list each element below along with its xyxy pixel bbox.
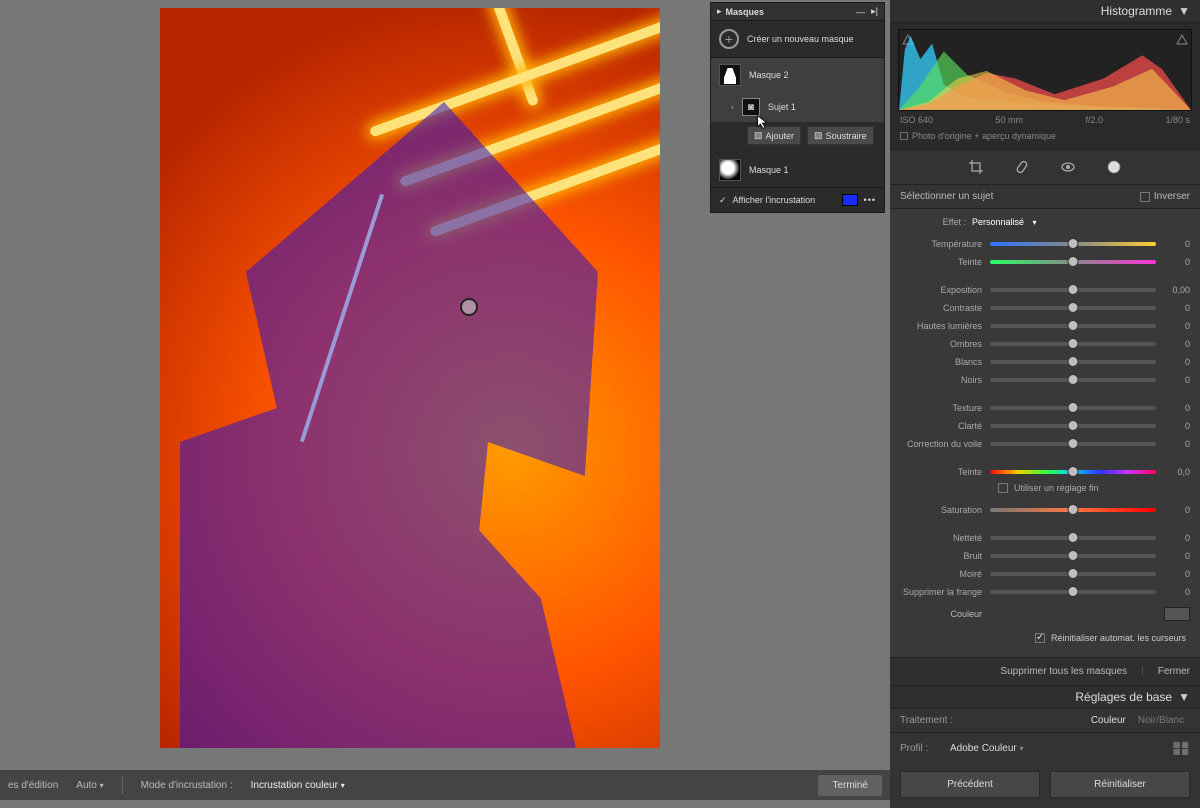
collapse-icon[interactable]: — <box>856 7 865 17</box>
slider-temperature[interactable]: Température0 <box>900 235 1190 253</box>
masking-tool-icon[interactable] <box>1105 158 1123 176</box>
right-panel: Histogramme▼ ISO 640 50 mm f/2.0 1/80 s … <box>890 0 1200 800</box>
delete-all-masks-button[interactable]: Supprimer tous les masques <box>1000 666 1127 677</box>
mask-thumb-icon <box>719 159 741 181</box>
auto-reset-checkbox[interactable] <box>1035 633 1045 643</box>
slider-shadows[interactable]: Ombres0 <box>900 335 1190 353</box>
slider-whites[interactable]: Blancs0 <box>900 353 1190 371</box>
treatment-label: Traitement : <box>900 715 1085 726</box>
overlay-mode-label: Mode d'incrustation : <box>141 780 233 791</box>
local-tools-row <box>890 149 1200 185</box>
close-masks-button[interactable]: Fermer <box>1158 666 1190 677</box>
previous-button[interactable]: Précédent <box>900 771 1040 798</box>
close-icon[interactable]: ▸| <box>871 6 878 17</box>
slider-blacks[interactable]: Noirs0 <box>900 371 1190 389</box>
bottom-bar: es d'édition Auto ▾ Mode d'incrustation … <box>0 770 890 800</box>
profile-label: Profil : <box>900 743 950 754</box>
heal-tool-icon[interactable] <box>1013 158 1031 176</box>
effect-label: Effet : <box>900 217 972 227</box>
color-swatch[interactable] <box>1164 607 1190 621</box>
preview-note: Photo d'origine + aperçu dynamique <box>912 131 1056 141</box>
slider-texture[interactable]: Texture0 <box>900 399 1190 417</box>
overlay-mode-value[interactable]: Incrustation couleur ▾ <box>251 780 345 791</box>
fine-adjust-label: Utiliser un réglage fin <box>1014 483 1099 493</box>
overlay-options-icon[interactable]: ••• <box>864 195 876 205</box>
exif-row: ISO 640 50 mm f/2.0 1/80 s <box>898 111 1192 129</box>
plus-icon: + <box>719 29 739 49</box>
preview-indicator-icon <box>900 132 908 140</box>
histogram-header[interactable]: Histogramme▼ <box>890 0 1200 23</box>
mask-thumb-icon <box>719 64 741 86</box>
add-icon: ▧ <box>754 130 763 141</box>
slider-highlights[interactable]: Hautes lumières0 <box>900 317 1190 335</box>
masks-panel: ▸ Masques — ▸| + Créer un nouveau masque… <box>710 2 885 213</box>
overlay-color-swatch[interactable] <box>842 194 858 206</box>
mask-type-label[interactable]: Sélectionner un sujet <box>900 191 1140 202</box>
mask-component-subject1[interactable]: ▪ ◙ Sujet 1 <box>711 92 884 122</box>
invert-label[interactable]: Inverser <box>1154 191 1190 202</box>
slider-moire[interactable]: Moiré0 <box>900 565 1190 583</box>
crop-tool-icon[interactable] <box>967 158 985 176</box>
edit-states-label[interactable]: es d'édition <box>8 780 58 791</box>
histogram[interactable] <box>898 29 1192 111</box>
slider-saturation[interactable]: Saturation0 <box>900 501 1190 519</box>
redeye-tool-icon[interactable] <box>1059 158 1077 176</box>
subtract-icon: ▧ <box>814 130 823 141</box>
mask-item-mask1[interactable]: Masque 1 <box>711 153 884 187</box>
slider-sharpness[interactable]: Netteté0 <box>900 529 1190 547</box>
adjust-sliders: Effet : Personnalisé ▾ Température0 Tein… <box>890 209 1200 657</box>
mask-subtract-button[interactable]: ▧Soustraire <box>807 126 874 145</box>
slider-contrast[interactable]: Contraste0 <box>900 299 1190 317</box>
treatment-bw[interactable]: Noir/Blanc <box>1132 715 1190 726</box>
slider-exposure[interactable]: Exposition0,00 <box>900 281 1190 299</box>
subject-icon: ◙ <box>742 98 760 116</box>
auto-button[interactable]: Auto ▾ <box>76 780 103 791</box>
mask-pin-icon[interactable] <box>460 298 478 316</box>
effect-value[interactable]: Personnalisé ▾ <box>972 217 1037 227</box>
masks-panel-title: Masques <box>726 7 857 17</box>
profile-value[interactable]: Adobe Couleur ▾ <box>950 743 1173 754</box>
invert-checkbox[interactable] <box>1140 192 1150 202</box>
photo-preview[interactable] <box>160 8 660 748</box>
color-label: Couleur <box>900 609 990 619</box>
fine-adjust-checkbox[interactable] <box>998 483 1008 493</box>
slider-defringe[interactable]: Supprimer la frange0 <box>900 583 1190 601</box>
reset-button[interactable]: Réinitialiser <box>1050 771 1190 798</box>
create-mask-button[interactable]: + Créer un nouveau masque <box>711 21 884 58</box>
slider-dehaze[interactable]: Correction du voile0 <box>900 435 1190 453</box>
slider-tint[interactable]: Teinte0 <box>900 253 1190 271</box>
mask-item-mask2[interactable]: Masque 2 <box>711 58 884 92</box>
slider-clarity[interactable]: Clarté0 <box>900 417 1190 435</box>
auto-reset-label: Réinitialiser automat. les curseurs <box>1051 633 1186 643</box>
basic-header[interactable]: Réglages de base▼ <box>890 686 1200 709</box>
done-button[interactable]: Terminé <box>818 775 882 796</box>
profile-browser-icon[interactable]: ▦▦▦▦ <box>1173 741 1190 755</box>
slider-hue[interactable]: Teinte0,0 <box>900 463 1190 481</box>
show-overlay-checkbox[interactable]: Afficher l'incrustation <box>733 195 836 205</box>
cursor-icon <box>756 115 770 129</box>
slider-noise[interactable]: Bruit0 <box>900 547 1190 565</box>
treatment-color[interactable]: Couleur <box>1085 715 1132 726</box>
